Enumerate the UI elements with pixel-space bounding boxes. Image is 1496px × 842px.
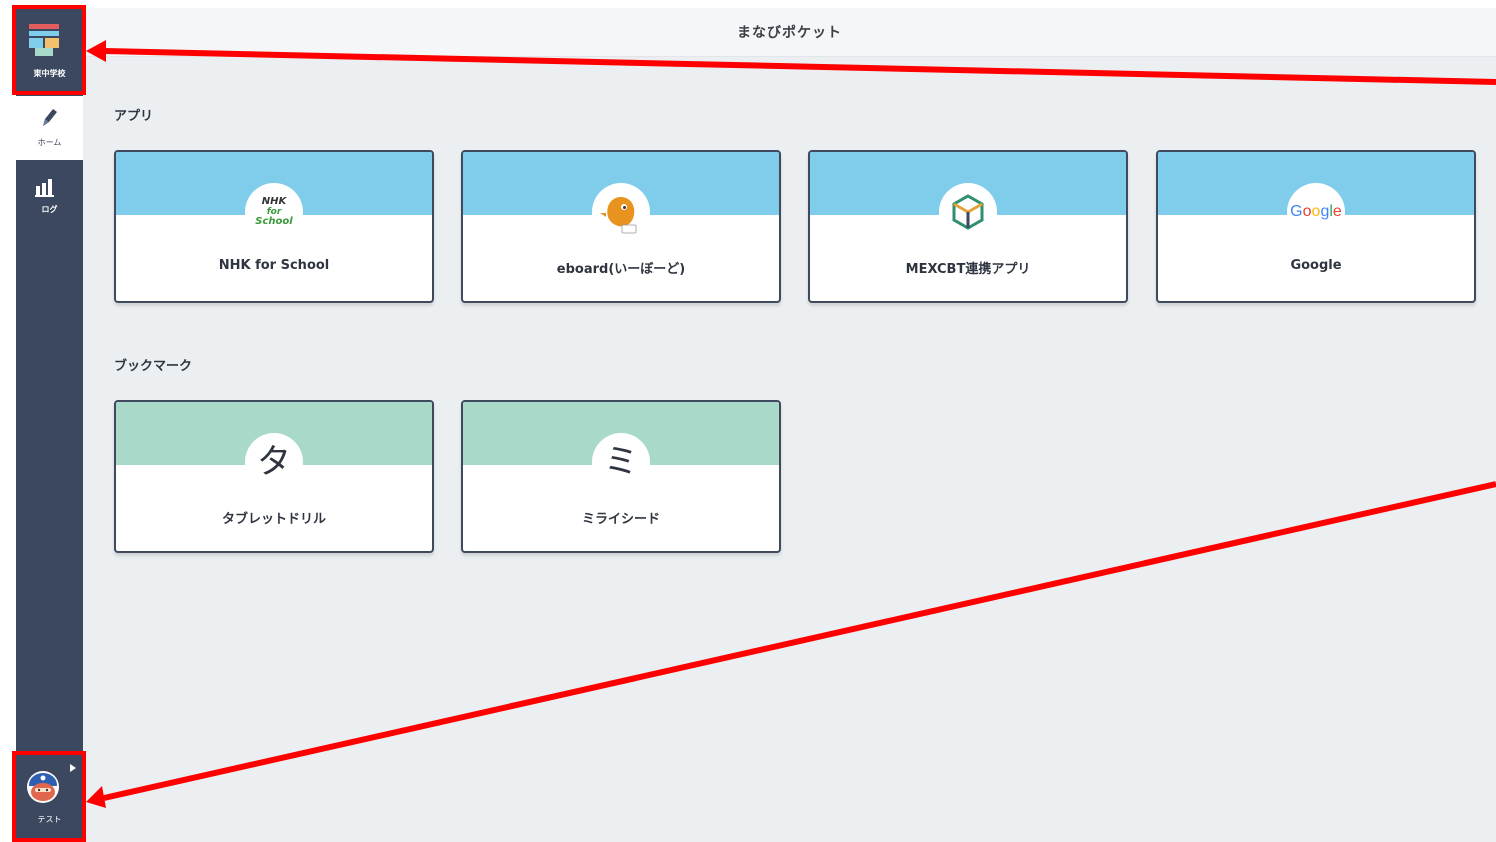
user-name: テスト xyxy=(37,815,62,824)
school-logo-icon xyxy=(29,24,59,56)
app-card-label: NHK for School xyxy=(218,258,330,273)
app-card-label: eboard(いーぼーど) xyxy=(556,262,686,277)
google-logo: Google xyxy=(1287,183,1345,241)
sidebar-item-log[interactable]: ログ xyxy=(16,170,83,234)
mexcbt-logo-icon xyxy=(939,183,997,241)
sidebar-item-label: ホーム xyxy=(37,138,62,147)
bookmark-card-label: ミライシード xyxy=(581,512,660,527)
user-menu-button[interactable]: テスト xyxy=(16,754,83,838)
app-card-google[interactable]: Google Google xyxy=(1156,150,1476,303)
nhk-for-school-logo: NHK for School xyxy=(245,183,303,241)
app-card-label: MEXCBT連携アプリ xyxy=(905,262,1031,277)
avatar-icon xyxy=(27,771,59,803)
app-card-nhk-for-school[interactable]: NHK for School NHK for School xyxy=(114,150,434,303)
sidebar: 東中学校 ホーム ログ テスト xyxy=(16,8,83,842)
bookmark-initial-icon: タ xyxy=(245,433,303,491)
section-title-apps: アプリ xyxy=(114,109,154,124)
bar-chart-icon xyxy=(35,179,54,197)
app-title: まなびポケット xyxy=(737,25,842,41)
app-card-mexcbt[interactable]: MEXCBT連携アプリ xyxy=(808,150,1128,303)
school-logo-button[interactable]: 東中学校 xyxy=(16,8,83,92)
sidebar-item-label: ログ xyxy=(41,205,58,214)
bookmark-initial-icon: ミ xyxy=(592,433,650,491)
sidebar-item-home[interactable]: ホーム xyxy=(16,96,83,160)
school-name: 東中学校 xyxy=(33,69,66,78)
pencil-icon xyxy=(43,109,57,126)
main-content: まなびポケット アプリ NHK for School NHK for Schoo… xyxy=(83,8,1496,842)
eboard-mascot-icon xyxy=(592,183,650,241)
section-title-bookmarks: ブックマーク xyxy=(114,359,193,374)
top-bar: まなびポケット xyxy=(83,8,1496,57)
app-card-eboard[interactable]: eboard(いーぼーど) xyxy=(461,150,781,303)
bookmark-card-label: タブレットドリル xyxy=(221,512,326,527)
expand-caret-icon xyxy=(70,764,76,772)
app-card-label: Google xyxy=(1290,258,1342,273)
bookmark-card-miraiseed[interactable]: ミ ミライシード xyxy=(461,400,781,553)
bookmark-card-tablet-drill[interactable]: タ タブレットドリル xyxy=(114,400,434,553)
